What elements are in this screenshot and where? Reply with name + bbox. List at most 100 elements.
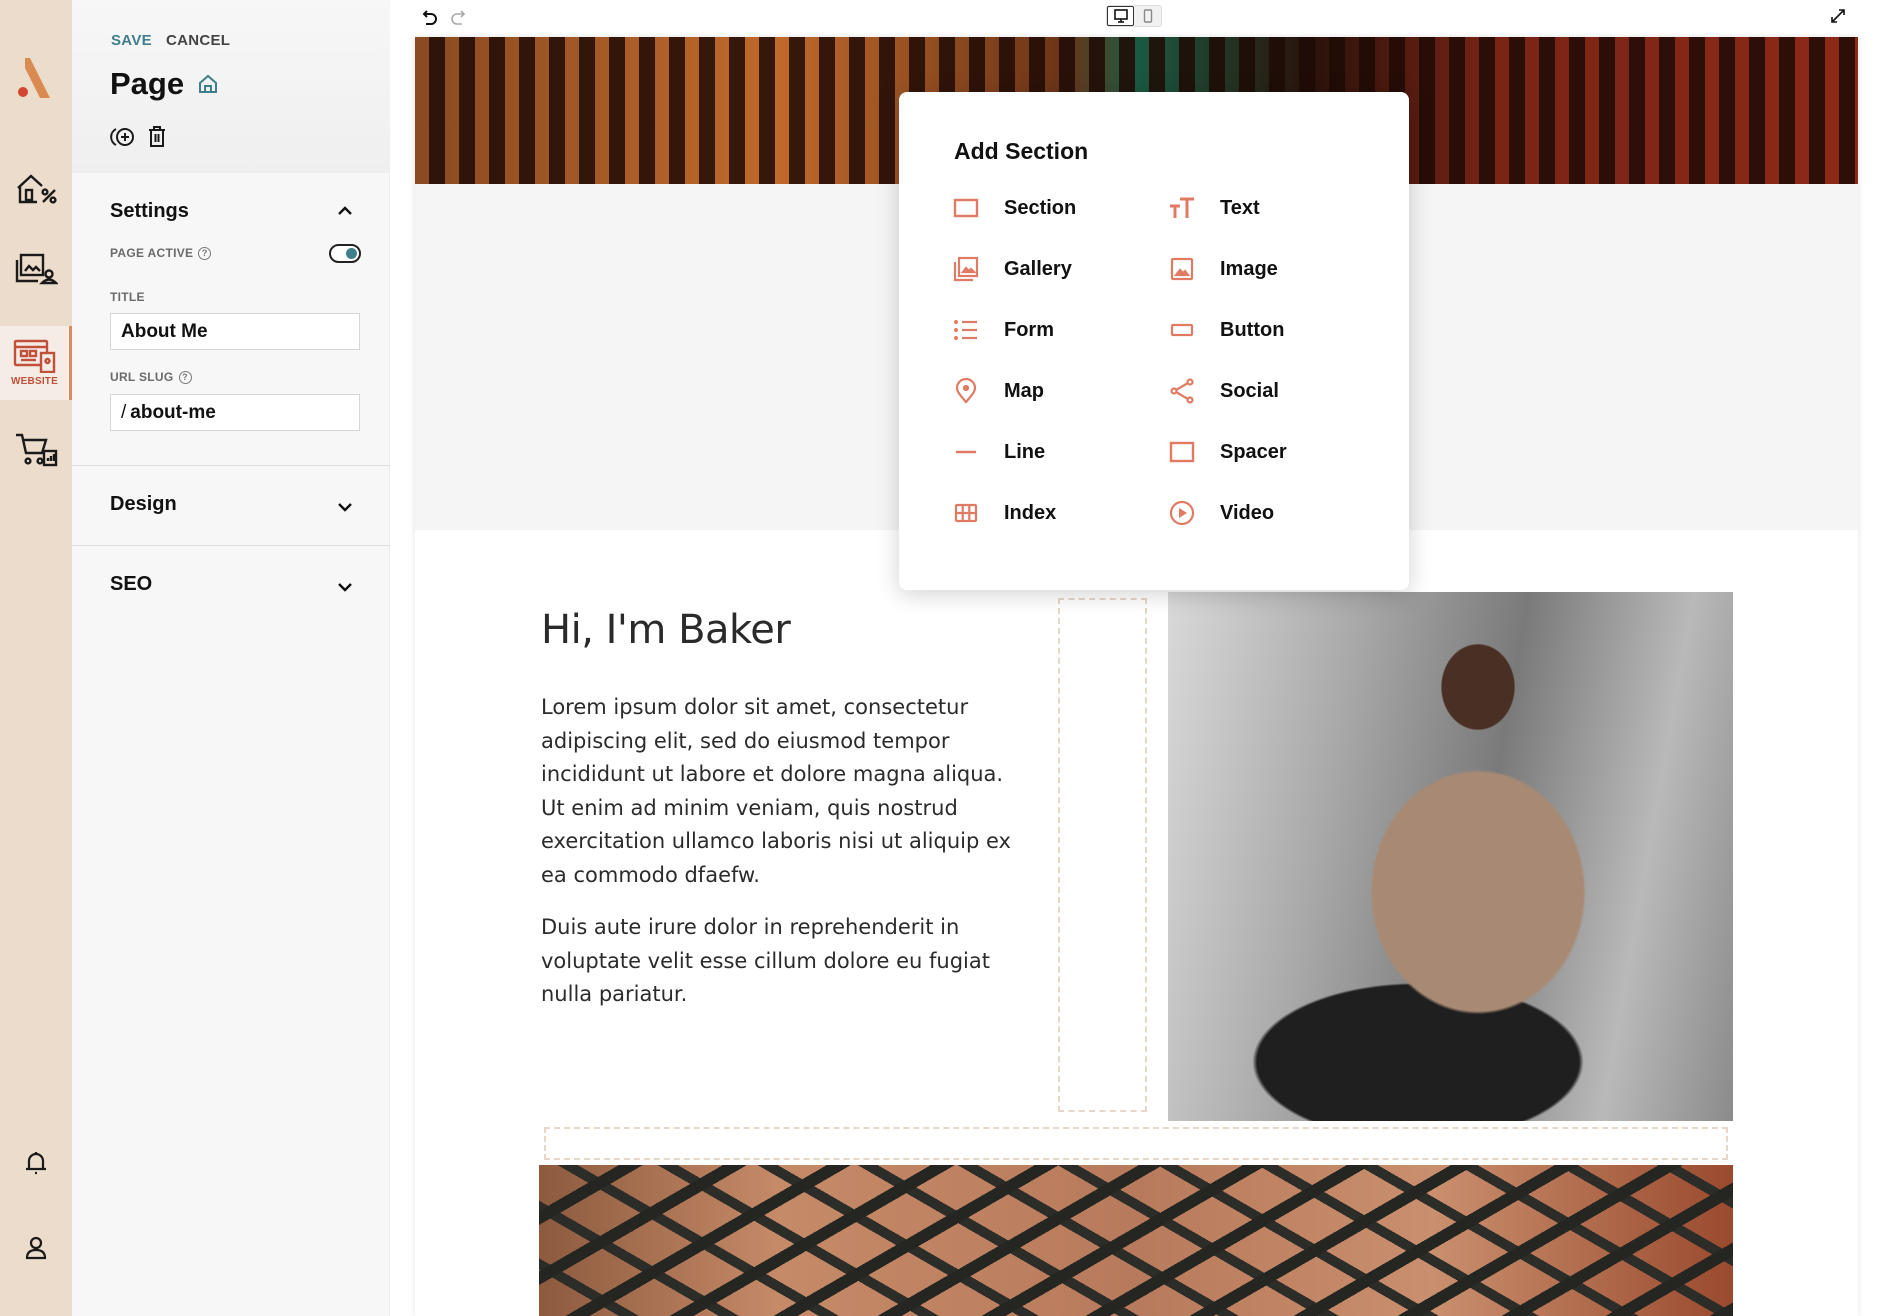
add-form-item[interactable]: Form bbox=[952, 316, 1054, 344]
help-circle-icon[interactable]: ? bbox=[178, 370, 192, 384]
home-icon[interactable] bbox=[198, 74, 218, 94]
text-icon bbox=[1170, 197, 1194, 218]
undo-button[interactable] bbox=[420, 7, 440, 27]
url-slug-prefix: / bbox=[121, 401, 127, 423]
about-paragraph-2[interactable]: Duis aute irure dolor in reprehenderit i… bbox=[541, 911, 1011, 1012]
add-gallery-item[interactable]: Gallery bbox=[952, 255, 1072, 283]
rail-item-store[interactable] bbox=[0, 420, 72, 478]
page-settings-panel: SAVE CANCEL Page Settings PAGE ACTIVE ? … bbox=[72, 0, 390, 1316]
settings-heading[interactable]: Settings bbox=[110, 200, 189, 223]
add-button-item-label: Button bbox=[1220, 318, 1285, 341]
undo-icon bbox=[422, 10, 437, 25]
desktop-icon bbox=[1113, 9, 1128, 23]
rail-item-website-label: WEBSITE bbox=[11, 376, 58, 387]
add-index-item[interactable]: Index bbox=[952, 499, 1056, 527]
toggle-knob bbox=[346, 248, 357, 259]
page-active-toggle[interactable] bbox=[329, 244, 361, 263]
device-switch bbox=[1106, 5, 1162, 27]
image-icon bbox=[1170, 257, 1194, 281]
brand-logo-icon[interactable] bbox=[16, 56, 52, 100]
add-section-item[interactable]: Section bbox=[952, 194, 1076, 222]
url-slug-value: about-me bbox=[130, 401, 216, 423]
chevron-down-icon[interactable] bbox=[337, 582, 353, 592]
url-slug-label-text: URL SLUG bbox=[110, 370, 174, 384]
gallery-user-icon bbox=[15, 253, 58, 285]
redo-button[interactable] bbox=[448, 7, 468, 27]
url-slug-input[interactable]: / about-me bbox=[110, 394, 360, 431]
form-icon bbox=[954, 320, 977, 340]
add-spacer-item[interactable]: Spacer bbox=[1168, 438, 1287, 466]
page-actions bbox=[110, 126, 166, 148]
about-paragraph-1[interactable]: Lorem ipsum dolor sit amet, consectetur … bbox=[541, 691, 1011, 892]
add-social-item[interactable]: Social bbox=[1168, 377, 1279, 405]
gallery-icon bbox=[953, 256, 979, 282]
trash-icon bbox=[149, 126, 165, 147]
divider bbox=[72, 465, 390, 466]
rail-item-account[interactable] bbox=[0, 1228, 72, 1268]
redo-icon bbox=[451, 10, 466, 25]
play-icon bbox=[1169, 500, 1195, 526]
add-image-item[interactable]: Image bbox=[1168, 255, 1278, 283]
cancel-button[interactable]: CANCEL bbox=[166, 32, 230, 49]
rail-item-properties[interactable] bbox=[0, 160, 72, 218]
rail-item-website[interactable]: WEBSITE bbox=[0, 326, 72, 400]
canvas-toolbar bbox=[390, 0, 1878, 37]
add-copy-icon bbox=[110, 128, 134, 146]
design-heading[interactable]: Design bbox=[110, 493, 177, 516]
delete-page-button[interactable] bbox=[148, 126, 166, 148]
icon-rail: WEBSITE bbox=[0, 0, 72, 1316]
page-title: Page bbox=[110, 66, 185, 101]
seo-heading[interactable]: SEO bbox=[110, 573, 152, 596]
bell-icon bbox=[26, 1152, 46, 1175]
line-icon bbox=[956, 450, 976, 454]
map-pin-icon bbox=[955, 378, 977, 404]
chevron-up-icon[interactable] bbox=[337, 206, 353, 216]
skylight-image[interactable] bbox=[539, 1165, 1733, 1316]
chevron-down-icon[interactable] bbox=[337, 502, 353, 512]
title-input-value: About Me bbox=[121, 320, 208, 342]
add-map-item-label: Map bbox=[1004, 379, 1044, 402]
empty-row-placeholder[interactable] bbox=[544, 1127, 1728, 1160]
add-text-item[interactable]: Text bbox=[1168, 194, 1260, 222]
rail-item-notifications[interactable] bbox=[0, 1143, 72, 1183]
desktop-view-button[interactable] bbox=[1107, 6, 1135, 26]
app: WEBSITE SAVE CANCEL Page Settings PAGE A… bbox=[0, 0, 1878, 1316]
add-section-popup: Add Section Section Text Gallery Image F… bbox=[899, 92, 1409, 590]
help-circle-icon[interactable]: ? bbox=[198, 246, 212, 260]
add-image-item-label: Image bbox=[1220, 257, 1278, 280]
fullscreen-button[interactable] bbox=[1828, 6, 1848, 26]
button-icon bbox=[1170, 323, 1194, 337]
share-icon bbox=[1170, 378, 1194, 404]
add-video-item-label: Video bbox=[1220, 501, 1275, 524]
add-spacer-item-label: Spacer bbox=[1220, 440, 1287, 463]
cart-chart-icon bbox=[16, 433, 58, 467]
popup-title: Add Section bbox=[954, 138, 1089, 164]
page-title-row: Page bbox=[110, 66, 218, 102]
duplicate-page-button[interactable] bbox=[110, 126, 136, 148]
about-heading[interactable]: Hi, I'm Baker bbox=[541, 607, 791, 653]
house-percent-icon bbox=[17, 174, 57, 204]
empty-column-placeholder[interactable] bbox=[1058, 598, 1147, 1112]
spacer-icon bbox=[1169, 441, 1195, 463]
mobile-icon bbox=[1143, 9, 1152, 23]
add-map-item[interactable]: Map bbox=[952, 377, 1044, 405]
website-devices-icon bbox=[13, 339, 55, 373]
divider bbox=[72, 545, 390, 546]
add-social-item-label: Social bbox=[1220, 379, 1279, 402]
portrait-image[interactable] bbox=[1168, 592, 1733, 1121]
mobile-view-button[interactable] bbox=[1134, 6, 1161, 26]
add-text-item-label: Text bbox=[1220, 196, 1260, 219]
add-section-item-label: Section bbox=[1004, 196, 1077, 219]
add-gallery-item-label: Gallery bbox=[1004, 257, 1072, 280]
add-line-item[interactable]: Line bbox=[952, 438, 1045, 466]
panel-actions: SAVE CANCEL bbox=[111, 32, 230, 49]
title-input[interactable]: About Me bbox=[110, 313, 360, 350]
rail-item-media[interactable] bbox=[0, 240, 72, 298]
title-label-text: TITLE bbox=[110, 290, 145, 304]
add-form-item-label: Form bbox=[1004, 318, 1054, 341]
page-active-label-text: PAGE ACTIVE bbox=[110, 246, 194, 260]
save-button[interactable]: SAVE bbox=[111, 32, 152, 49]
add-video-item[interactable]: Video bbox=[1168, 499, 1274, 527]
add-button-item[interactable]: Button bbox=[1168, 316, 1284, 344]
add-line-item-label: Line bbox=[1004, 440, 1046, 463]
